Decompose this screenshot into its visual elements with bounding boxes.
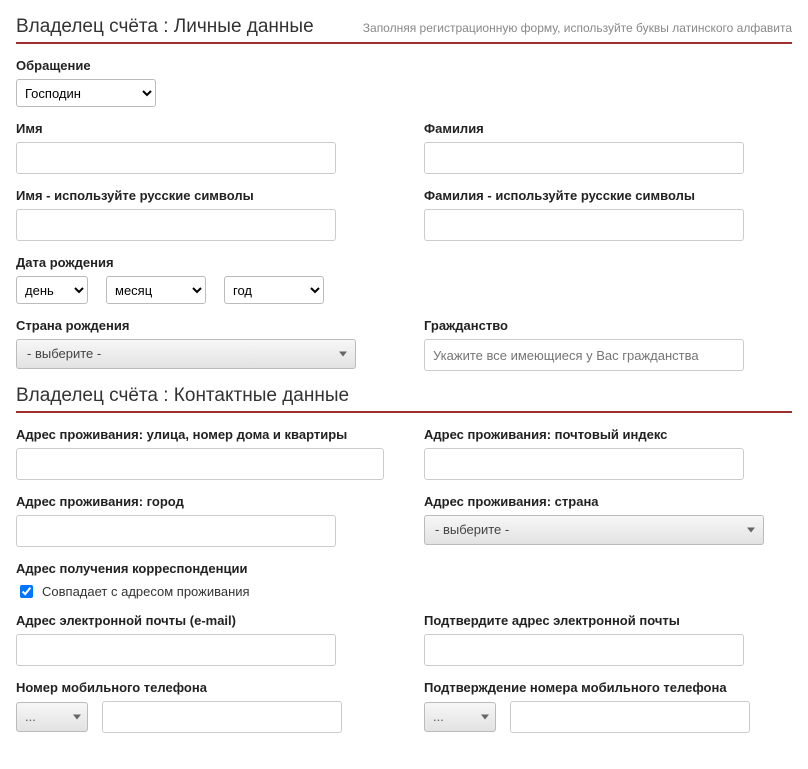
last-name-ru-label: Фамилия - используйте русские символы	[424, 188, 792, 203]
addr-country-label: Адрес проживания: страна	[424, 494, 792, 509]
birth-country-select[interactable]: - выберите -	[16, 339, 356, 369]
last-name-input[interactable]	[424, 142, 744, 174]
email-confirm-label: Подтвердите адрес электронной почты	[424, 613, 792, 628]
section-contact-header: Владелец счёта : Контактные данные	[16, 385, 792, 413]
first-name-input[interactable]	[16, 142, 336, 174]
first-name-ru-input[interactable]	[16, 209, 336, 241]
addr-zip-label: Адрес проживания: почтовый индекс	[424, 427, 792, 442]
addr-city-input[interactable]	[16, 515, 336, 547]
first-name-ru-label: Имя - используйте русские символы	[16, 188, 384, 203]
dob-day-select[interactable]: день	[16, 276, 88, 304]
birth-country-label: Страна рождения	[16, 318, 384, 333]
section-personal-header: Владелец счёта : Личные данные Заполняя …	[16, 16, 792, 44]
email-confirm-input[interactable]	[424, 634, 744, 666]
email-input[interactable]	[16, 634, 336, 666]
addr-street-label: Адрес проживания: улица, номер дома и кв…	[16, 427, 384, 442]
phone-confirm-prefix-select[interactable]: ...	[424, 702, 496, 732]
chevron-down-icon	[73, 715, 81, 720]
mailing-label: Адрес получения корреспонденции	[16, 561, 792, 576]
birth-country-value: - выберите -	[27, 346, 101, 361]
dob-month-select[interactable]: месяц	[106, 276, 206, 304]
citizenship-input[interactable]	[424, 339, 744, 371]
section-personal-hint: Заполняя регистрационную форму, использу…	[363, 21, 792, 35]
chevron-down-icon	[481, 715, 489, 720]
phone-confirm-label: Подтверждение номера мобильного телефона	[424, 680, 792, 695]
salutation-label: Обращение	[16, 58, 792, 73]
mailing-same-text: Совпадает с адресом проживания	[42, 584, 250, 599]
first-name-label: Имя	[16, 121, 384, 136]
phone-confirm-input[interactable]	[510, 701, 750, 733]
addr-city-label: Адрес проживания: город	[16, 494, 384, 509]
addr-street-input[interactable]	[16, 448, 384, 480]
chevron-down-icon	[747, 528, 755, 533]
last-name-ru-input[interactable]	[424, 209, 744, 241]
citizenship-label: Гражданство	[424, 318, 792, 333]
phone-prefix-select[interactable]: ...	[16, 702, 88, 732]
section-personal-title: Владелец счёта : Личные данные	[16, 16, 314, 38]
phone-input[interactable]	[102, 701, 342, 733]
salutation-select[interactable]: Господин	[16, 79, 156, 107]
chevron-down-icon	[339, 352, 347, 357]
email-label: Адрес электронной почты (e-mail)	[16, 613, 384, 628]
mailing-same-checkbox[interactable]	[20, 585, 33, 598]
phone-prefix-value: ...	[25, 709, 36, 724]
addr-zip-input[interactable]	[424, 448, 744, 480]
phone-label: Номер мобильного телефона	[16, 680, 384, 695]
dob-label: Дата рождения	[16, 255, 792, 270]
phone-confirm-prefix-value: ...	[433, 709, 444, 724]
addr-country-select[interactable]: - выберите -	[424, 515, 764, 545]
addr-country-value: - выберите -	[435, 522, 509, 537]
last-name-label: Фамилия	[424, 121, 792, 136]
section-contact-title: Владелец счёта : Контактные данные	[16, 385, 349, 407]
dob-year-select[interactable]: год	[224, 276, 324, 304]
